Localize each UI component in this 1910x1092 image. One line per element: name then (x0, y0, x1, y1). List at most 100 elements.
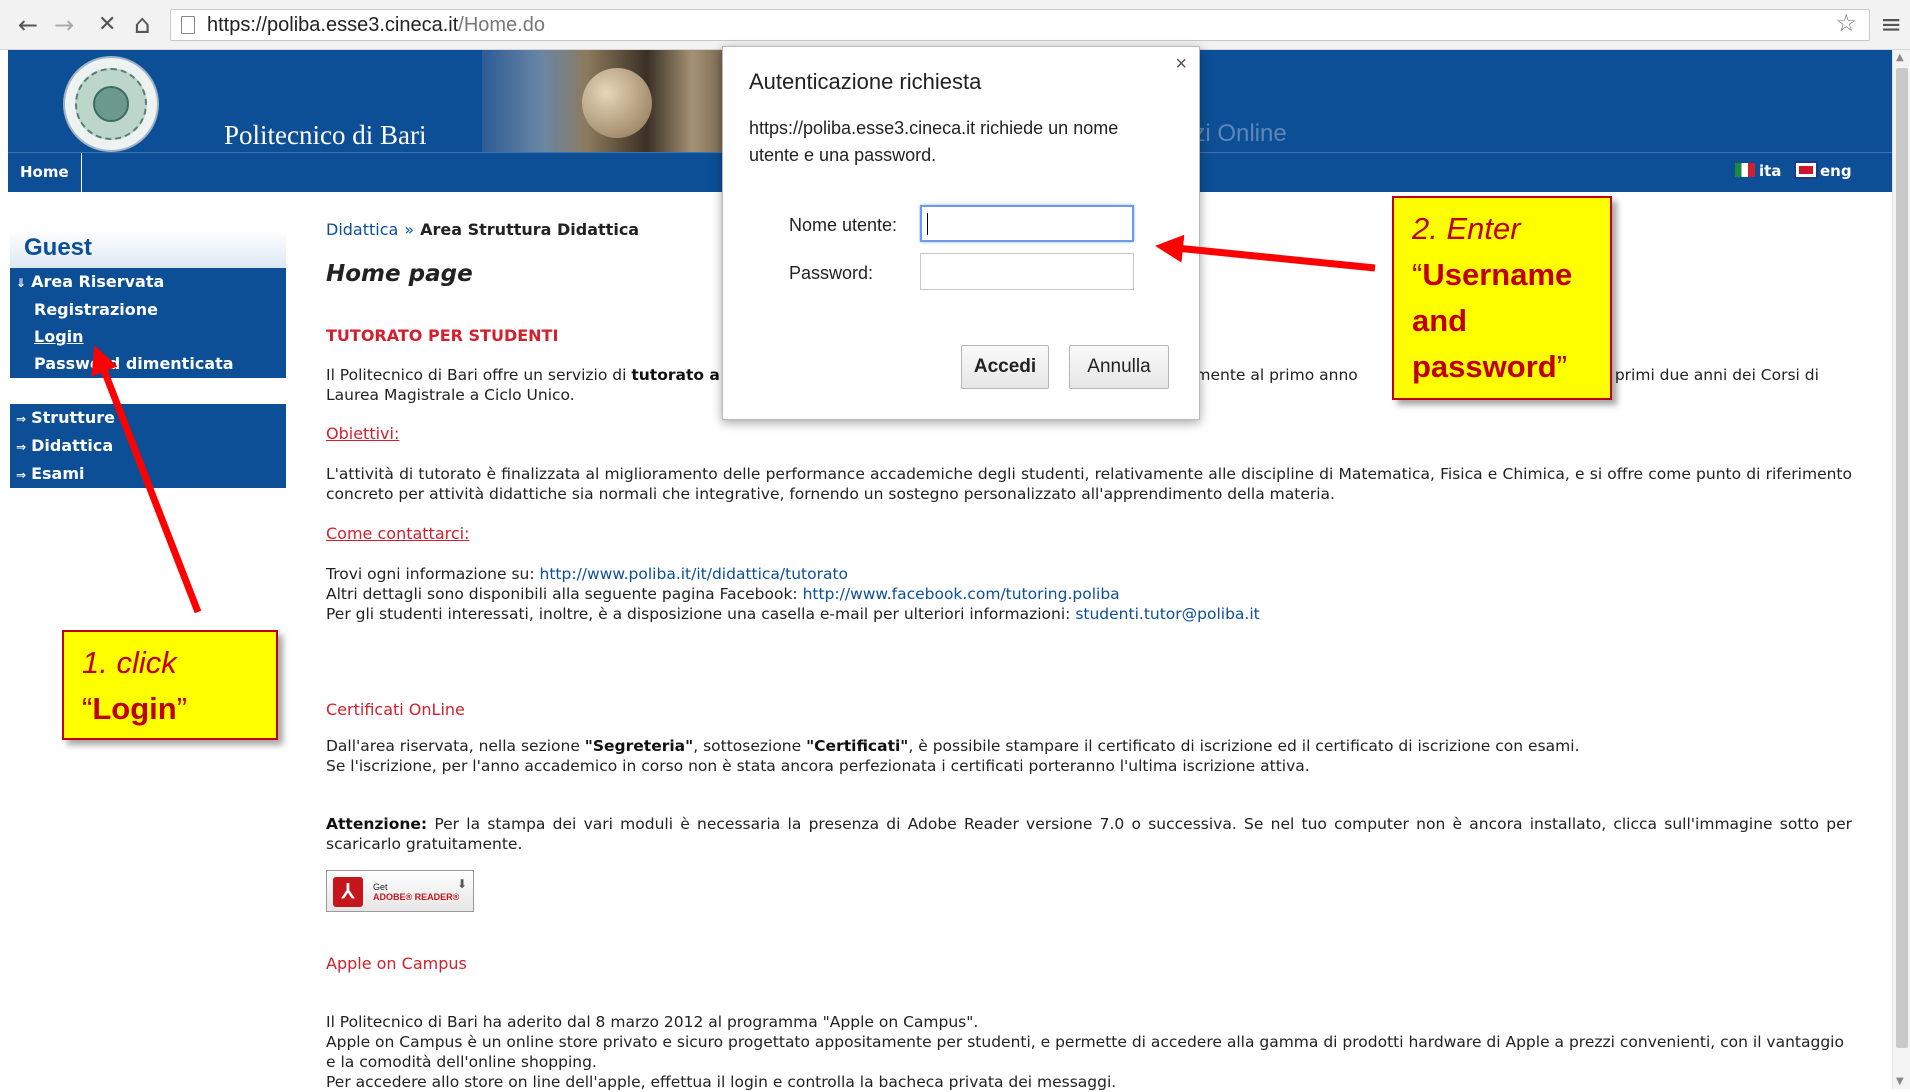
adobe-pdf-icon: ⅄ (333, 877, 363, 907)
tutorato-text-5: Laurea Magistrale a Ciclo Unico. (326, 386, 575, 404)
close-icon[interactable]: × (1175, 53, 1187, 76)
address-bar[interactable]: https://poliba.esse3.cineca.it/Home.do ☆ (170, 9, 1870, 41)
callout-step2-word2: and (1412, 303, 1468, 338)
text-caret (927, 213, 928, 235)
facebook-link[interactable]: http://www.facebook.com/tutoring.poliba (803, 585, 1120, 603)
sidebar-item-strutture[interactable]: ⇒ Strutture (16, 408, 115, 427)
cert-text-2: "Segreteria" (584, 737, 694, 755)
browser-toolbar: ← → ✕ ⌂ https://poliba.esse3.cineca.it/H… (0, 0, 1910, 50)
nav-home-link[interactable]: Home (8, 153, 82, 192)
contatti-text-2: Altri dettagli sono disponibili alla seg… (326, 585, 798, 603)
sidebar-item-label: Didattica (31, 436, 114, 455)
scroll-up-icon[interactable]: ▲ (1896, 52, 1904, 63)
annulla-button[interactable]: Annulla (1069, 345, 1169, 389)
arrow-down-icon: ⇓ (16, 276, 27, 290)
scroll-down-icon[interactable]: ▼ (1896, 1076, 1904, 1087)
contatti-text-1: Trovi ogni informazione su: (326, 565, 535, 583)
cert-text-3: , sottosezione (693, 737, 802, 755)
tutorato-text-2: tutorato a (631, 366, 720, 384)
site-title: Politecnico di Bari (224, 120, 427, 150)
username-label: Nome utente: (789, 215, 898, 235)
bookmark-star-icon[interactable]: ☆ (1835, 9, 1857, 39)
obiettivi-paragraph: L'attività di tutorato è finalizzata al … (326, 465, 1852, 503)
attenzione-text: Per la stampa dei vari moduli è necessar… (326, 815, 1852, 853)
adobe-reader-label: Get ADOBE® READER® (373, 882, 459, 902)
cert-text-5: , è possibile stampare il certificato di… (908, 737, 1580, 755)
apple-heading: Apple on Campus (326, 954, 467, 973)
certificati-heading: Certificati OnLine (326, 700, 465, 719)
sidebar-item-registrazione[interactable]: Registrazione (34, 300, 158, 319)
sidebar-item-label: Esami (31, 464, 85, 483)
attenzione-paragraph: Attenzione: Per la stampa dei vari modul… (326, 814, 1852, 854)
quote-close: ” (176, 691, 188, 726)
back-icon[interactable]: ← (18, 10, 38, 40)
sidebar-item-label: Strutture (31, 408, 115, 427)
uk-flag-icon (1794, 161, 1818, 179)
cert-text-4: "Certificati" (806, 737, 909, 755)
dialog-title: Autenticazione richiesta (749, 69, 982, 94)
quote-open: “ (1412, 257, 1423, 292)
adobe-get-text: Get (373, 882, 388, 892)
sidebar-menu: ⇒ Strutture ⇒ Didattica ⇒ Esami (10, 404, 286, 488)
contatti-paragraph: Trovi ogni informazione su: http://www.p… (326, 564, 1852, 624)
download-arrow-icon: ⬇ (456, 877, 467, 891)
sidebar-guest-heading: Guest (10, 230, 286, 270)
callout-step2-word1: Username (1422, 257, 1573, 292)
breadcrumb-current: Area Struttura Didattica (420, 220, 640, 239)
callout-step2-word3: password (1412, 349, 1557, 384)
university-logo[interactable] (63, 56, 159, 152)
arrow-to-login (91, 345, 202, 614)
adobe-reader-button[interactable]: ⅄ Get ADOBE® READER® ⬇ (326, 870, 474, 912)
callout-step1-line1: 1. click (82, 645, 177, 680)
quote-open: “ (82, 691, 93, 726)
tutorato-link[interactable]: http://www.poliba.it/it/didattica/tutora… (540, 565, 849, 583)
stop-icon[interactable]: ✕ (98, 10, 116, 40)
attenzione-label: Attenzione: (326, 815, 428, 833)
lang-it-link[interactable]: ita (1735, 161, 1781, 181)
scroll-thumb[interactable] (1896, 68, 1908, 1048)
callout-step1-word: Login (92, 691, 177, 726)
password-label: Password: (789, 263, 874, 283)
scrollbar[interactable]: ▲ ▼ (1892, 50, 1910, 1089)
email-link[interactable]: studenti.tutor@poliba.it (1075, 605, 1259, 623)
apple-text-2: Apple on Campus è un online store privat… (326, 1033, 1844, 1071)
page-icon (181, 16, 195, 34)
forward-icon[interactable]: → (54, 10, 74, 40)
sidebar-item-area-riservata[interactable]: ⇓ Area Riservata (16, 272, 164, 291)
sidebar-area-riservata: ⇓ Area Riservata Registrazione Login Pass… (10, 270, 286, 378)
sidebar-item-label: Area Riservata (31, 272, 165, 291)
apple-paragraph: Il Politecnico di Bari ha aderito dal 8 … (326, 1012, 1852, 1092)
breadcrumb-didattica-link[interactable]: Didattica (326, 220, 398, 239)
tutorato-text-1: Il Politecnico di Bari offre un servizio… (326, 366, 627, 384)
menu-icon[interactable]: ≡ (1880, 10, 1902, 40)
cert-text-1: Dall'area riservata, nella sezione (326, 737, 580, 755)
sidebar-item-didattica[interactable]: ⇒ Didattica (16, 436, 113, 455)
apple-text-1: Il Politecnico di Bari ha aderito dal 8 … (326, 1013, 979, 1031)
auth-dialog: × Autenticazione richiesta https://polib… (722, 46, 1200, 420)
certificati-paragraph: Dall'area riservata, nella sezione "Segr… (326, 736, 1852, 776)
lang-it-label: ita (1759, 162, 1782, 180)
arrow-right-icon: ⇒ (16, 412, 27, 426)
url-path: /Home.do (458, 14, 545, 36)
site-subtitle: izi Online (1188, 120, 1287, 147)
username-input[interactable] (920, 205, 1134, 242)
callout-step1: 1. click “Login” (62, 630, 278, 740)
apple-text-3: Per accedere allo store on line dell'app… (326, 1073, 1117, 1091)
accedi-button[interactable]: Accedi (961, 345, 1049, 389)
quote-close: ” (1556, 349, 1568, 384)
sidebar-item-esami[interactable]: ⇒ Esami (16, 464, 84, 483)
home-icon[interactable]: ⌂ (134, 10, 151, 40)
lang-en-link[interactable]: eng (1794, 161, 1852, 181)
callout-step2: 2. Enter “Username and password” (1392, 196, 1612, 400)
dialog-message: https://poliba.esse3.cineca.it richiede … (749, 118, 1119, 165)
obiettivi-heading: Obiettivi: (326, 424, 400, 443)
cert-text-6: Se l'iscrizione, per l'anno accademico i… (326, 757, 1310, 775)
contatti-heading: Come contattarci: (326, 524, 470, 543)
tutorato-heading: TUTORATO PER STUDENTI (326, 326, 559, 345)
sidebar-item-password-dimenticata[interactable]: Password dimenticata (34, 354, 234, 373)
callout-step2-line1: 2. Enter (1412, 211, 1521, 246)
sidebar-item-login[interactable]: Login (34, 327, 84, 346)
arrow-to-username (1155, 234, 1376, 272)
password-input[interactable] (920, 253, 1134, 290)
contatti-text-3: Per gli studenti interessati, inoltre, è… (326, 605, 1071, 623)
